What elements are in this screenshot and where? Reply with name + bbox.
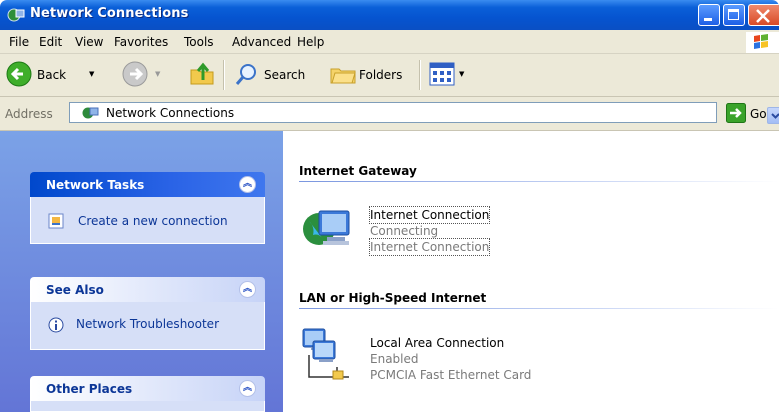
back-label: Back [37,68,67,82]
back-arrow-icon [6,61,32,87]
info-icon [48,317,64,333]
group-divider [299,308,779,309]
see-also-title: See Also [46,283,104,297]
chevron-up-icon: ︽ [242,284,252,294]
title-bar: Network Connections [0,0,779,30]
menu-file[interactable]: File [9,35,29,49]
network-connections-icon [82,107,99,119]
close-icon [756,9,770,23]
maximize-icon [728,9,739,20]
go-button[interactable]: Go [750,107,767,121]
folders-button[interactable]: Folders [327,59,412,89]
new-connection-icon [48,213,64,229]
forward-button[interactable]: ▼ [120,59,168,89]
task-pane: Network Tasks ︽ Create a new connection … [0,131,283,412]
connection-device: Internet Connection [368,238,491,256]
group-title-internet-gateway: Internet Gateway [299,164,417,178]
back-button[interactable]: Back ▼ [4,59,104,89]
see-also-header[interactable]: See Also ︽ [30,277,265,302]
folders-icon [330,68,356,84]
windows-logo [746,32,779,53]
group-title-lan: LAN or High-Speed Internet [299,291,487,305]
address-input[interactable]: Network Connections [69,102,779,124]
go-arrow-icon[interactable] [726,103,746,123]
views-button[interactable]: ▼ [428,60,470,88]
search-icon [235,64,256,85]
other-places-panel [30,401,265,412]
chevron-up-icon: ︽ [242,179,252,189]
address-bar: Address Network Connections Go [0,97,779,131]
menu-advanced[interactable]: Advanced [232,35,291,49]
menu-edit[interactable]: Edit [39,35,62,49]
network-troubleshooter-link[interactable]: Network Troubleshooter [76,317,219,331]
create-new-connection-link[interactable]: Create a new connection [78,214,228,228]
connection-name: Local Area Connection [370,336,505,350]
menu-tools[interactable]: Tools [184,35,214,49]
network-connections-icon [7,8,25,22]
network-tasks-panel: Create a new connection [30,197,265,244]
menu-help[interactable]: Help [297,35,324,49]
other-places-header[interactable]: Other Places ︽ [30,376,265,401]
collapse-network-tasks-button[interactable]: ︽ [239,176,256,193]
search-label: Search [264,68,306,82]
address-value: Network Connections [106,106,235,120]
up-folder-icon[interactable] [188,60,216,88]
forward-dropdown-icon[interactable]: ▼ [155,70,160,78]
see-also-panel: Network Troubleshooter [30,302,265,350]
maximize-button[interactable] [723,4,745,26]
window-title: Network Connections [30,6,189,21]
other-places-title: Other Places [46,382,133,396]
chevron-up-icon: ︽ [242,383,252,393]
close-button[interactable] [748,4,779,26]
menu-bar: File Edit View Favorites Tools Advanced … [0,30,779,54]
lan-connection-icon [302,328,349,380]
connection-status: Enabled [370,352,419,366]
group-divider [299,181,779,182]
connection-details-lan[interactable]: Local Area Connection Enabled PCMCIA Fas… [370,335,531,383]
menu-favorites[interactable]: Favorites [114,35,168,49]
menu-view[interactable]: View [75,35,103,49]
windows-flag-icon [754,34,768,49]
network-tasks-title: Network Tasks [46,178,145,192]
collapse-other-places-button[interactable]: ︽ [239,380,256,397]
back-dropdown-icon[interactable]: ▼ [89,70,94,78]
search-button[interactable]: Search [232,59,312,89]
chevron-down-icon [771,113,779,119]
views-icon [429,62,455,86]
folders-label: Folders [359,68,403,82]
internet-gateway-icon [303,210,350,245]
connection-item-lan[interactable] [299,325,359,387]
minimize-button[interactable] [698,4,720,26]
connection-name: Internet Connection [368,206,491,224]
views-dropdown-icon[interactable]: ▼ [459,70,464,78]
minimize-icon [704,18,712,21]
network-tasks-header[interactable]: Network Tasks ︽ [30,172,265,197]
address-dropdown-button[interactable] [767,107,779,124]
connections-list: Internet Gateway Internet Connection Con… [283,131,779,412]
forward-arrow-icon [122,61,148,87]
connection-details-internet[interactable]: Internet Connection Connecting Internet … [368,206,491,256]
collapse-see-also-button[interactable]: ︽ [239,281,256,298]
toolbar-separator [419,60,421,90]
toolbar-separator [223,60,225,90]
standard-toolbar: Back ▼ ▼ Search Folders ▼ [0,54,779,97]
address-label: Address [5,107,53,121]
connection-device: PCMCIA Fast Ethernet Card [370,368,532,382]
connection-status: Connecting [370,224,439,238]
